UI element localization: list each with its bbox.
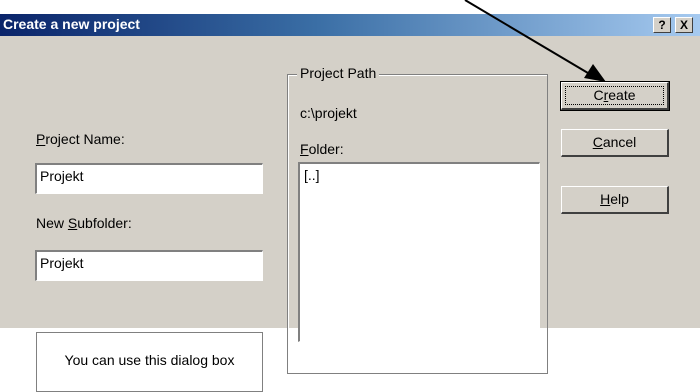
annotation-arrow — [464, 0, 606, 82]
info-text: You can use this dialog box — [64, 352, 235, 368]
arrow-head — [584, 64, 606, 82]
info-box: You can use this dialog box — [36, 332, 263, 392]
arrow-line — [464, 0, 594, 77]
